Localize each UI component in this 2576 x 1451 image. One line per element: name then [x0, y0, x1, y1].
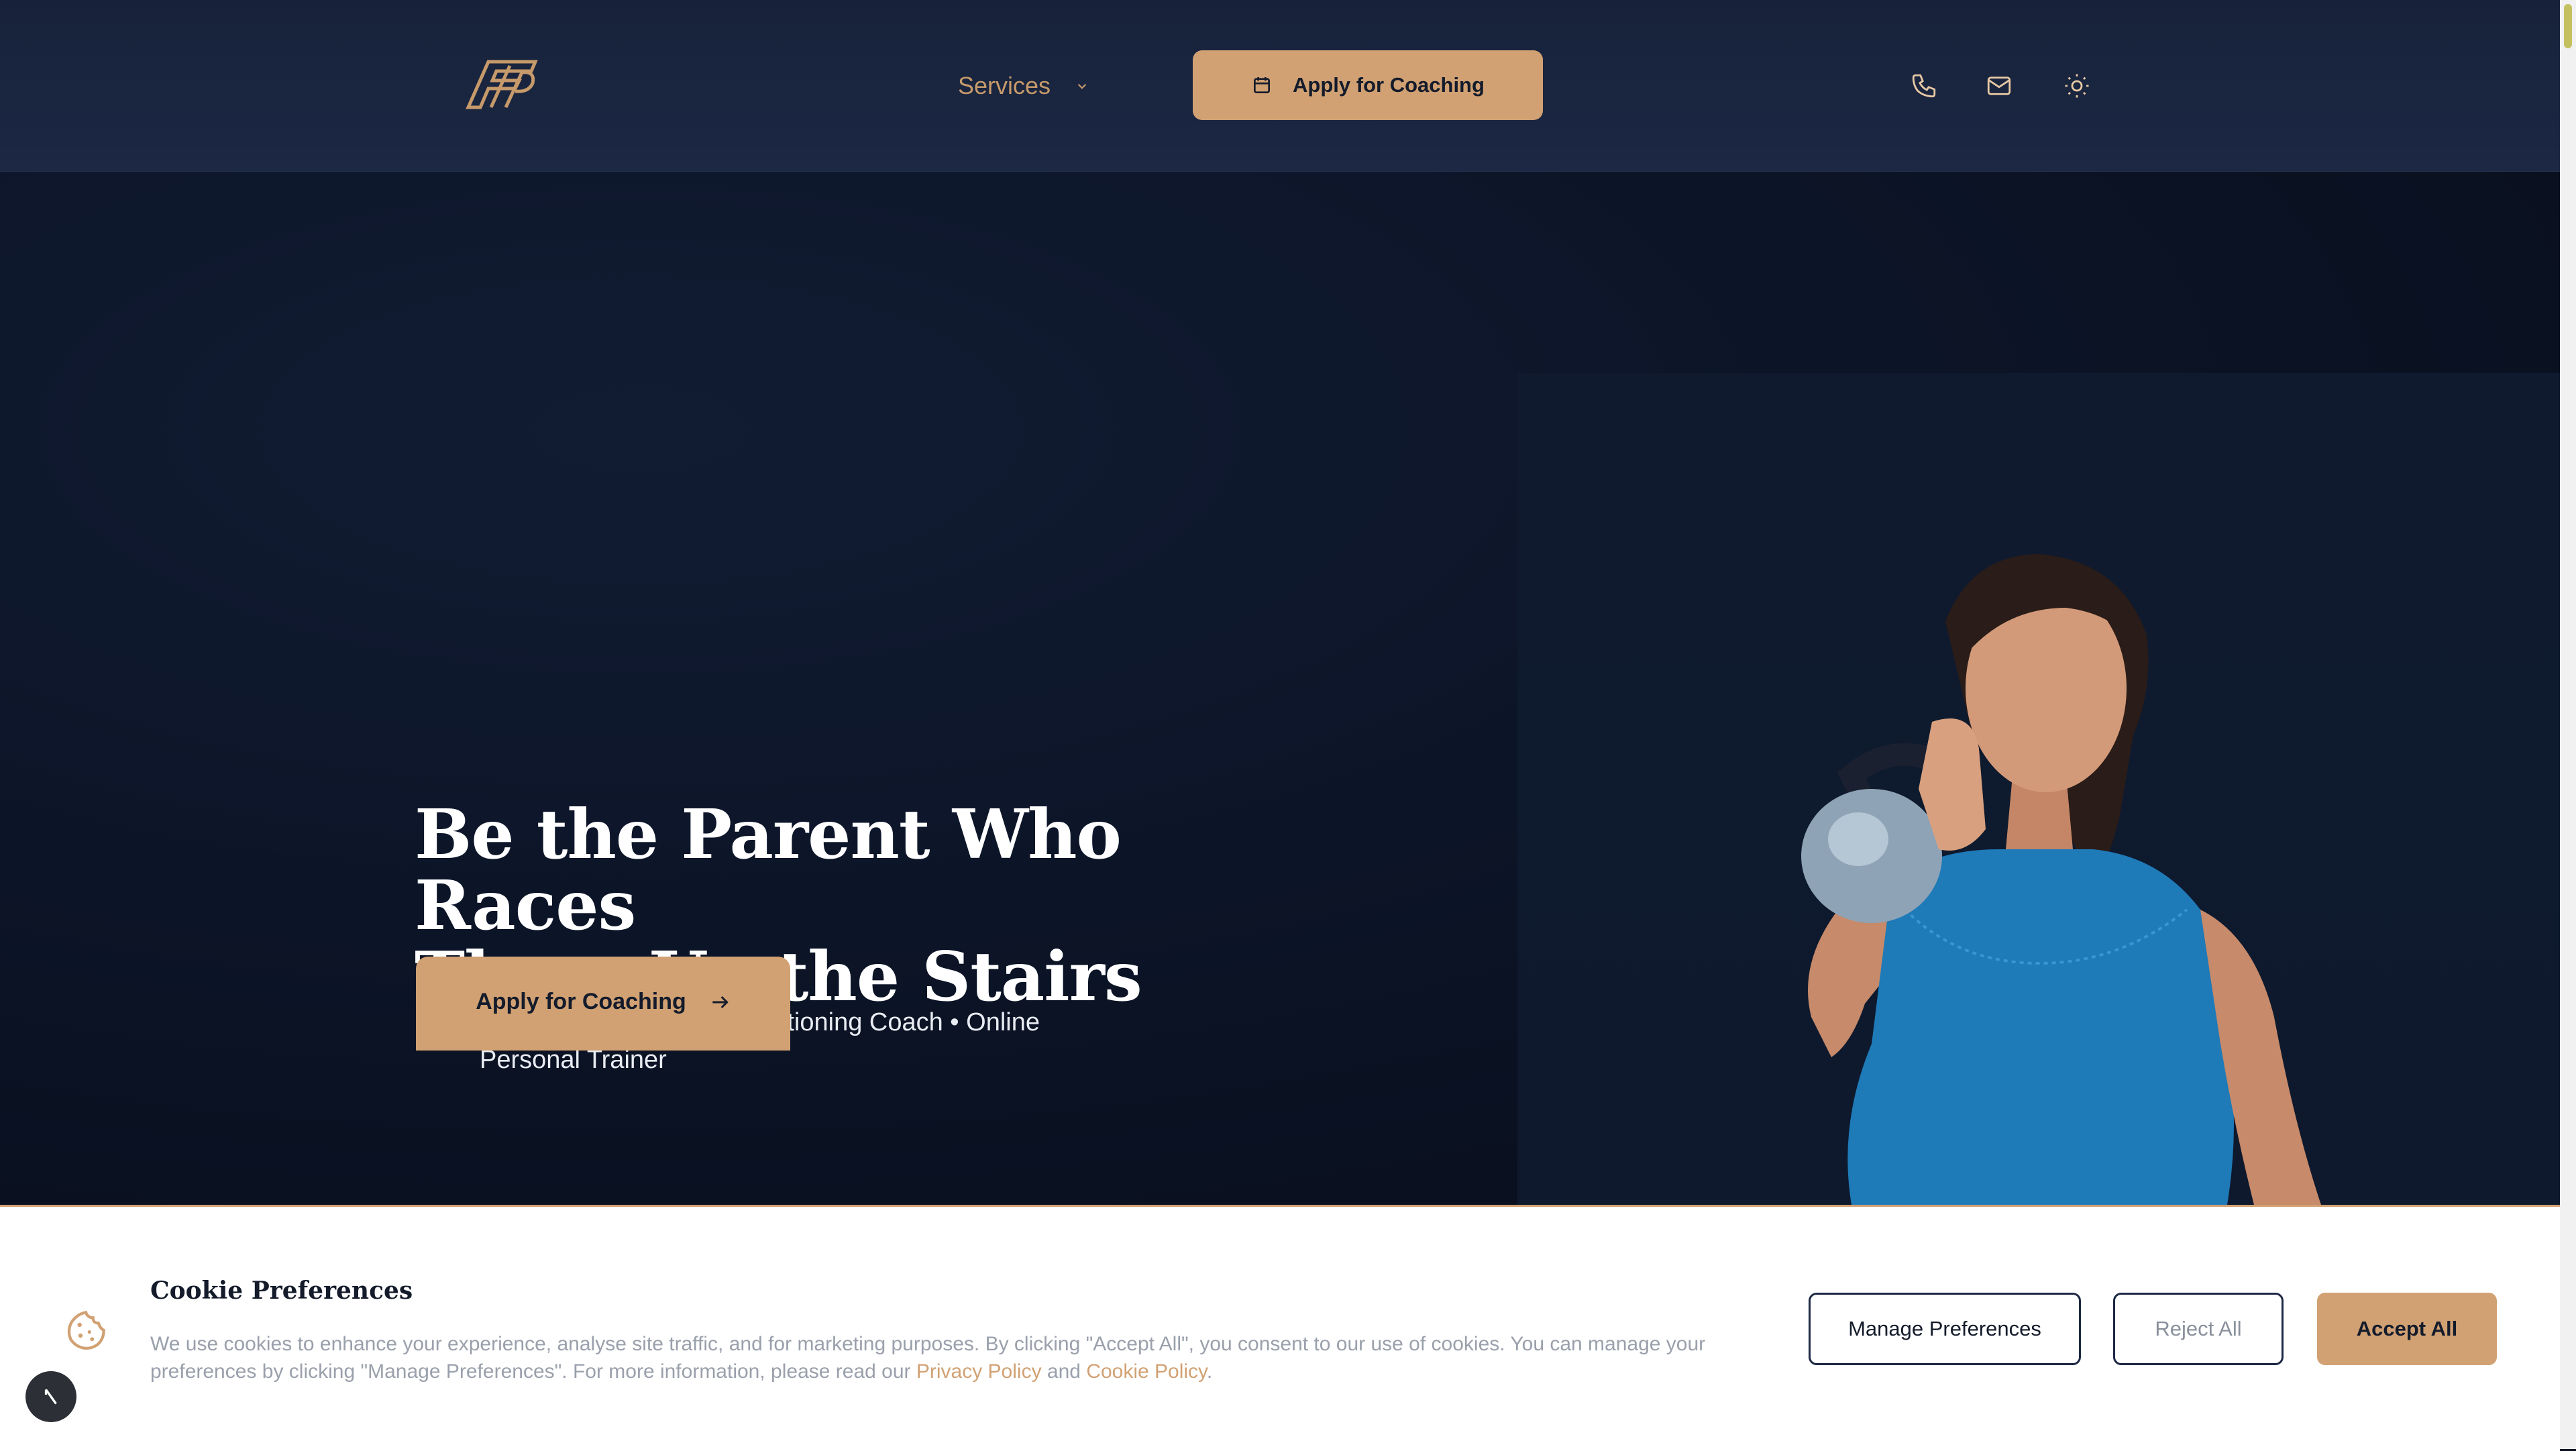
apply-coaching-header-label: Apply for Coaching	[1293, 73, 1485, 97]
theme-toggle[interactable]	[2058, 67, 2096, 105]
cookie-policy-link[interactable]: Cookie Policy	[1086, 1360, 1207, 1383]
page-scrollbar[interactable]	[2560, 0, 2576, 1449]
cookie-title: Cookie Preferences	[150, 1277, 413, 1305]
logo[interactable]	[462, 48, 542, 115]
mail-icon	[1987, 76, 2011, 95]
manage-preferences-button[interactable]: Manage Preferences	[1809, 1293, 2081, 1365]
cookie-and-text: and	[1041, 1360, 1087, 1383]
privacy-policy-link[interactable]: Privacy Policy	[916, 1360, 1042, 1383]
apply-coaching-hero-button[interactable]: Apply for Coaching	[416, 957, 790, 1051]
nav-services[interactable]: Services	[958, 67, 1091, 105]
scrollbar-thumb[interactable]	[2564, 4, 2572, 48]
cookie-banner: Cookie Preferences We use cookies to enh…	[0, 1205, 2560, 1451]
chevron-down-icon	[1077, 84, 1087, 89]
phone-icon	[1912, 74, 1936, 98]
cookie-icon	[67, 1310, 105, 1350]
cookie-description: We use cookies to enhance your experienc…	[150, 1330, 1747, 1385]
mail-button[interactable]	[1980, 67, 2018, 105]
arrow-right-icon	[712, 996, 729, 1009]
hero-photo-kettlebell-woman	[1801, 554, 2321, 1205]
apply-coaching-header-button[interactable]: Apply for Coaching	[1193, 50, 1543, 120]
cookie-period: .	[1206, 1360, 1213, 1383]
floating-compass-button[interactable]	[25, 1371, 76, 1422]
nav-services-label: Services	[958, 72, 1051, 99]
sun-icon	[2065, 74, 2089, 98]
accept-all-button[interactable]: Accept All	[2317, 1293, 2497, 1365]
calendar-icon	[1254, 77, 1271, 93]
compass-icon	[44, 1389, 57, 1405]
hero-section: Be the Parent Who Races Them Up the Stai…	[0, 172, 2560, 1205]
reject-all-button[interactable]: Reject All	[2113, 1293, 2284, 1365]
site-header: Services Apply for Coaching	[0, 0, 2560, 172]
hero-title-line1: Be the Parent Who Races	[415, 794, 1122, 945]
phone-button[interactable]	[1905, 67, 1943, 105]
apply-coaching-hero-label: Apply for Coaching	[476, 989, 686, 1014]
